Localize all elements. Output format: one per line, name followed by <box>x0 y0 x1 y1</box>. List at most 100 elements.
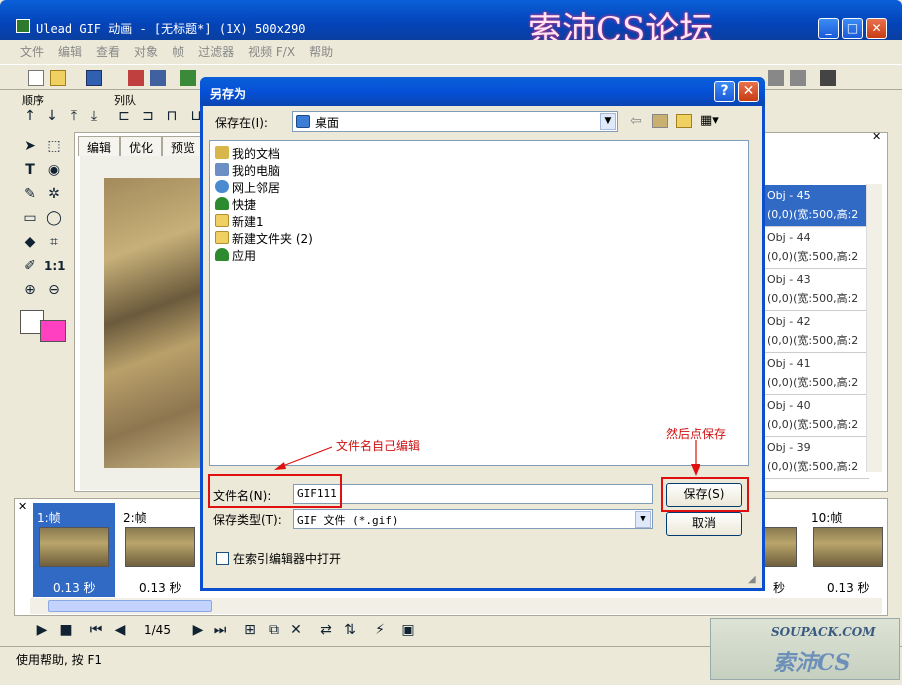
menu-video-fx[interactable]: 视频 F/X <box>248 43 295 60</box>
list-item[interactable]: Obj - 39 (0,0)(宽:500,高:2 <box>765 437 869 479</box>
frame-scroll-thumb[interactable] <box>48 600 212 612</box>
frame-item[interactable]: 2:帧 0.13 秒 <box>119 503 201 597</box>
menu-file[interactable]: 文件 <box>20 43 44 60</box>
move-bottom-icon[interactable]: ⤓ <box>84 106 104 126</box>
frame-scrollbar[interactable] <box>30 598 882 614</box>
menu-view[interactable]: 查看 <box>96 43 120 60</box>
first-frame-icon[interactable]: ⏮ <box>86 620 106 640</box>
lasso-tool-icon[interactable]: ◉ <box>44 160 64 180</box>
stop-icon[interactable]: ■ <box>56 620 76 640</box>
chevron-down-icon[interactable]: ▼ <box>600 113 616 130</box>
list-item[interactable]: 新建1 <box>214 213 264 230</box>
pointer-tool-icon[interactable]: ➤ <box>20 136 40 156</box>
object-list-scrollbar[interactable] <box>866 184 882 472</box>
next-frame-icon[interactable]: ▶ <box>188 620 208 640</box>
import-icon[interactable] <box>128 70 144 86</box>
color-picker-icon[interactable] <box>180 70 196 86</box>
resize-grip-icon[interactable]: ◢ <box>748 574 756 585</box>
minimize-button[interactable]: _ <box>818 18 839 39</box>
frame-item[interactable]: 10:帧 0.13 秒 <box>807 503 889 597</box>
open-in-index-editor-checkbox[interactable] <box>216 552 229 565</box>
menu-help[interactable]: 帮助 <box>309 43 333 60</box>
move-down-icon[interactable]: ↓ <box>42 106 62 126</box>
list-item[interactable]: Obj - 43 (0,0)(宽:500,高:2 <box>765 269 869 311</box>
cancel-button[interactable]: 取消 <box>666 512 742 536</box>
add-frame-icon[interactable]: ⊞ <box>240 620 260 640</box>
move-up-icon[interactable]: ↑ <box>20 106 40 126</box>
file-name: 新建文件夹 (2) <box>232 232 313 246</box>
list-item[interactable]: 快捷 <box>214 196 256 213</box>
menu-edit[interactable]: 编辑 <box>58 43 82 60</box>
marquee-tool-icon[interactable]: ⬚ <box>44 136 64 156</box>
toolbar-misc-icon[interactable] <box>820 70 836 86</box>
brush-tool-icon[interactable]: ✎ <box>20 184 40 204</box>
list-item[interactable]: Obj - 41 (0,0)(宽:500,高:2 <box>765 353 869 395</box>
toolbar-misc-icon[interactable] <box>768 70 784 86</box>
list-item[interactable]: Obj - 40 (0,0)(宽:500,高:2 <box>765 395 869 437</box>
ellipse-select-icon[interactable]: ◯ <box>44 208 64 228</box>
align-right-icon[interactable]: ⊓ <box>162 106 182 126</box>
open-folder-icon[interactable] <box>50 70 66 86</box>
tree-icon <box>215 197 229 210</box>
tab-optimize[interactable]: 优化 <box>120 136 163 156</box>
list-item[interactable]: 我的电脑 <box>214 162 280 179</box>
save-in-dropdown[interactable]: 桌面 ▼ <box>292 111 618 132</box>
filename-field[interactable]: GIF111 <box>293 484 653 504</box>
image-preview[interactable] <box>104 178 210 468</box>
file-list[interactable]: 我的文档 我的电脑 网上邻居 快捷 新建1 新建文件夹 (2) 应用 <box>209 140 749 466</box>
export-icon[interactable] <box>150 70 166 86</box>
list-item[interactable]: Obj - 45 (0,0)(宽:500,高:2 <box>765 185 869 227</box>
delete-frame-icon[interactable]: ✕ <box>286 620 306 640</box>
panel-close-icon[interactable]: ✕ <box>872 130 881 143</box>
text-tool-icon[interactable]: T <box>20 160 40 180</box>
list-item[interactable]: 新建文件夹 (2) <box>214 230 313 247</box>
dialog-help-button[interactable]: ? <box>714 81 735 102</box>
play-icon[interactable]: ▶ <box>32 620 52 640</box>
frame-panel-close-icon[interactable]: ✕ <box>18 500 27 513</box>
last-frame-icon[interactable]: ⏭ <box>210 620 230 640</box>
align-center-icon[interactable]: ⊐ <box>138 106 158 126</box>
back-icon[interactable]: ⇦ <box>630 113 642 129</box>
frame-item[interactable]: 秒 <box>763 503 803 597</box>
chevron-down-icon[interactable]: ▼ <box>635 511 651 528</box>
eraser-tool-icon[interactable]: ▭ <box>20 208 40 228</box>
prev-frame-icon[interactable]: ◀ <box>110 620 130 640</box>
dialog-close-button[interactable]: ✕ <box>738 81 759 102</box>
duplicate-frame-icon[interactable]: ⧉ <box>264 620 284 640</box>
list-item[interactable]: Obj - 42 (0,0)(宽:500,高:2 <box>765 311 869 353</box>
new-file-icon[interactable] <box>28 70 44 86</box>
tab-preview[interactable]: 预览 <box>162 136 205 156</box>
tab-edit[interactable]: 编辑 <box>78 136 121 156</box>
crop-tool-icon[interactable]: ⌗ <box>44 232 64 252</box>
menu-frame[interactable]: 帧 <box>172 43 184 60</box>
zoom-in-icon[interactable]: ⊕ <box>20 280 40 300</box>
frame-properties-icon[interactable]: ▣ <box>398 620 418 640</box>
list-item[interactable]: 网上邻居 <box>214 179 280 196</box>
frame-item[interactable]: 1:帧 0.13 秒 <box>33 503 115 597</box>
list-item[interactable]: 我的文档 <box>214 145 280 162</box>
filetype-dropdown[interactable]: GIF 文件 (*.gif) ▼ <box>293 509 653 529</box>
zoom-out-icon[interactable]: ⊖ <box>44 280 64 300</box>
toolbar-misc-icon[interactable] <box>790 70 806 86</box>
fill-tool-icon[interactable]: ◆ <box>20 232 40 252</box>
maximize-button[interactable]: □ <box>842 18 863 39</box>
magic-wand-icon[interactable]: ✲ <box>44 184 64 204</box>
list-item[interactable]: 应用 <box>214 247 256 264</box>
move-top-icon[interactable]: ⤒ <box>64 106 84 126</box>
view-menu-icon[interactable]: ▦▾ <box>700 113 719 128</box>
menu-filter[interactable]: 过滤器 <box>198 43 234 60</box>
reverse-icon[interactable]: ⇅ <box>340 620 360 640</box>
actual-size-icon[interactable]: 1:1 <box>44 256 66 276</box>
list-item[interactable]: Obj - 44 (0,0)(宽:500,高:2 <box>765 227 869 269</box>
trim-icon[interactable]: ⚡ <box>370 620 390 640</box>
tween-icon[interactable]: ⇄ <box>316 620 336 640</box>
object-info: (0,0)(宽:500,高:2 <box>767 418 859 431</box>
new-folder-icon[interactable] <box>676 114 692 128</box>
close-button[interactable]: ✕ <box>866 18 887 39</box>
foreground-color-swatch[interactable] <box>40 320 66 342</box>
menu-object[interactable]: 对象 <box>134 43 158 60</box>
eyedropper-icon[interactable]: ✐ <box>20 256 40 276</box>
up-folder-icon[interactable] <box>652 114 668 128</box>
align-left-icon[interactable]: ⊏ <box>114 106 134 126</box>
save-disk-icon[interactable] <box>86 70 102 86</box>
